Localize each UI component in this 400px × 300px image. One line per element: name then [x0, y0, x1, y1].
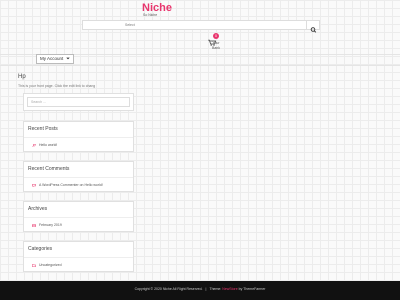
cart-widget[interactable]: 0 Your Bank [206, 33, 226, 53]
recent-comment-link[interactable]: A WordPress Commenter on Hello world! [32, 183, 103, 187]
folder-icon [32, 263, 36, 267]
comment-icon [32, 183, 36, 187]
calendar-icon [32, 223, 36, 227]
chevron-down-icon [65, 57, 70, 60]
page-intro-text: This is your front page. Click the edit … [18, 84, 96, 88]
footer-theme-label: Theme: [209, 287, 222, 291]
search-icon [310, 27, 317, 33]
recent-comments-widget: Recent Comments A WordPress Commenter on… [23, 161, 134, 192]
widget-title: Categories [28, 246, 53, 252]
header-search-input[interactable] [83, 21, 307, 29]
site-tagline: So Niche [143, 13, 158, 17]
my-account-button[interactable]: My Account [36, 54, 74, 64]
header-search-bar: Select [82, 20, 320, 33]
widget-title: Recent Posts [28, 126, 58, 132]
recent-post-link[interactable]: Hello world! [32, 143, 57, 147]
widget-divider [24, 217, 133, 218]
header-search-button[interactable] [306, 21, 319, 33]
category-select[interactable]: Select [125, 23, 135, 27]
cart-count-badge: 0 [213, 33, 219, 39]
widget-divider [24, 257, 133, 258]
widget-divider [24, 137, 133, 138]
footer-text: Copyright © 2020 Niche All Right Reserve… [0, 287, 400, 291]
footer-separator: | [205, 287, 207, 291]
nav-divider [0, 65, 400, 66]
archive-link[interactable]: February 2019 [32, 223, 62, 227]
recent-post-title: Hello world! [39, 143, 58, 147]
category-name: Uncategorized [39, 263, 62, 267]
cart-label: Your Bank [206, 41, 226, 50]
footer-theme-author: by ThemeFarmer [238, 287, 266, 291]
widget-title: Archives [28, 206, 48, 212]
archives-widget: Archives February 2019 [23, 201, 134, 232]
cart-label-line2: Bank [212, 45, 220, 50]
site-footer: Copyright © 2020 Niche All Right Reserve… [0, 281, 400, 300]
widget-title: Recent Comments [28, 166, 70, 172]
footer-copyright: Copyright © 2020 Niche All Right Reserve… [134, 287, 203, 291]
sidebar-search-input[interactable] [27, 97, 130, 107]
categories-widget: Categories Uncategorized [23, 241, 134, 272]
recent-comment-text: A WordPress Commenter on Hello world! [39, 183, 103, 187]
archive-month: February 2019 [39, 223, 62, 227]
footer-theme-link[interactable]: NewStore [222, 287, 237, 291]
category-link[interactable]: Uncategorized [32, 263, 62, 267]
page-title: Hp [18, 74, 26, 80]
recent-posts-widget: Recent Posts Hello world! [23, 121, 134, 152]
my-account-label: My Account [40, 56, 64, 61]
widget-divider [24, 177, 133, 178]
sidebar-search-widget [23, 93, 134, 111]
pushpin-icon [32, 143, 36, 147]
